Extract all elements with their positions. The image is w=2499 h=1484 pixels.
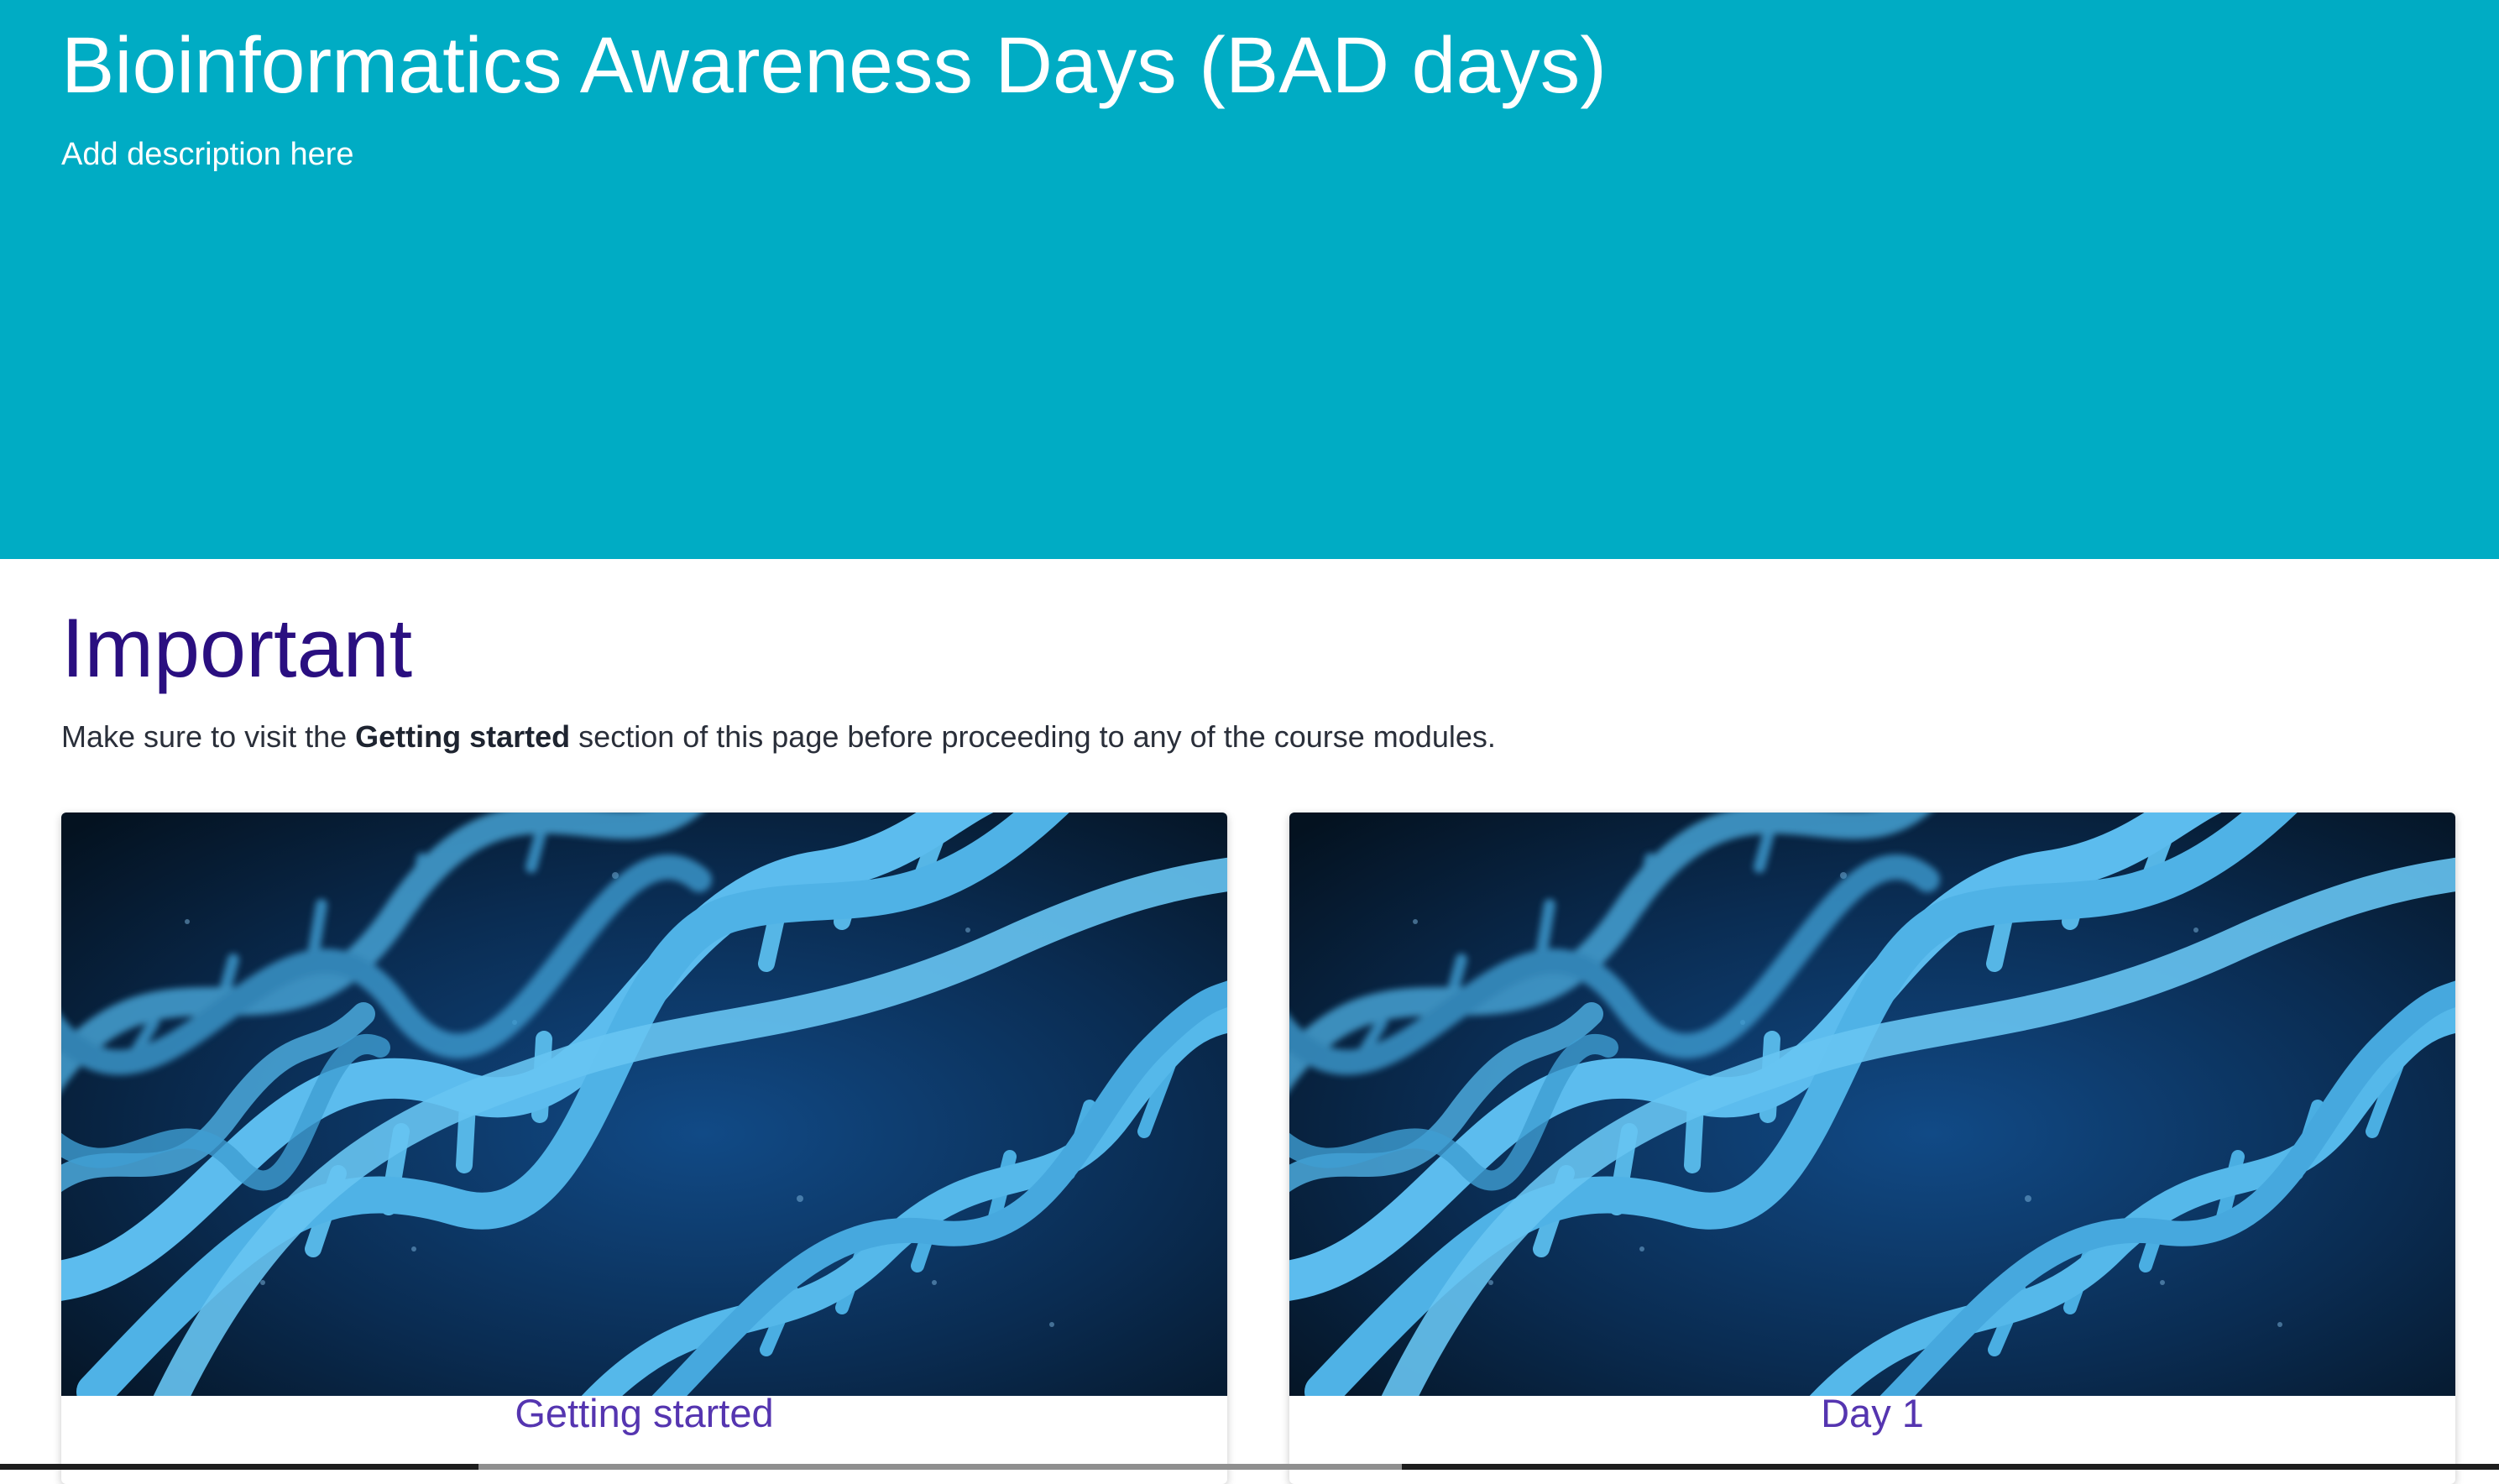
card-title-day-1[interactable]: Day 1 (1289, 1390, 2455, 1437)
dna-helix-image[interactable] (61, 813, 1227, 1396)
hero-banner: Bioinformatics Awareness Days (BAD days)… (0, 0, 2499, 559)
notice-prefix: Make sure to visit the (61, 719, 356, 754)
dna-helix-image[interactable] (1289, 813, 2455, 1396)
notice-getting-started-emphasis: Getting started (355, 719, 571, 754)
card-day-1[interactable]: Day 1 (1289, 813, 2455, 1484)
notice-suffix: section of this page before proceeding t… (570, 719, 1496, 754)
important-heading: Important (61, 601, 413, 694)
card-title-getting-started[interactable]: Getting started (61, 1390, 1227, 1437)
page-description: Add description here (61, 137, 354, 172)
horizontal-scrollbar-thumb[interactable] (478, 1464, 1402, 1470)
page-title: Bioinformatics Awareness Days (BAD days) (61, 21, 1607, 110)
card-getting-started[interactable]: Getting started (61, 813, 1227, 1484)
important-notice: Make sure to visit the Getting started s… (61, 717, 1496, 757)
